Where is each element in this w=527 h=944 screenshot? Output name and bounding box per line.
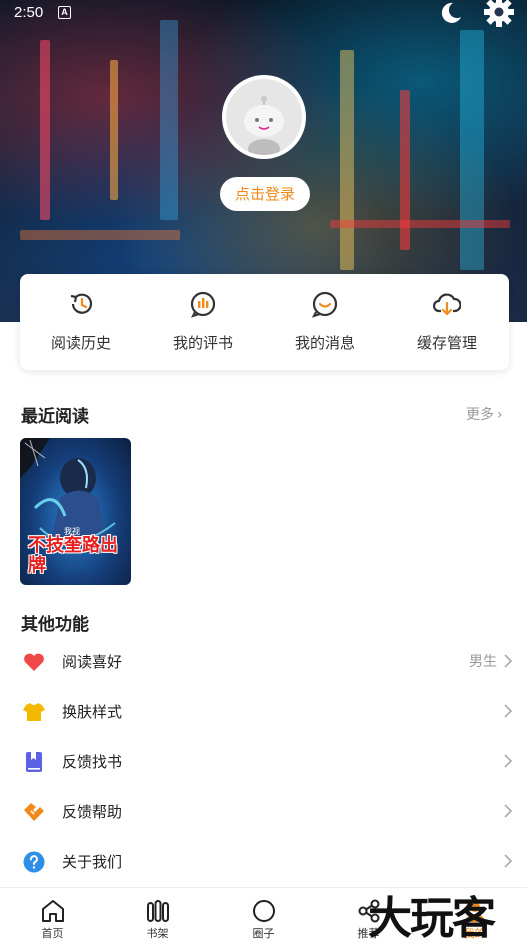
reading-preference-row[interactable]: 阅读喜好 男生	[0, 637, 527, 687]
home-icon	[42, 900, 64, 922]
feedback-help-row[interactable]: 反馈帮助	[0, 787, 527, 837]
chevron-right-icon: ›	[497, 407, 503, 423]
neon-decoration	[330, 220, 510, 228]
recent-book-cover[interactable]: 我视 不技奎路出牌	[20, 438, 131, 585]
more-link[interactable]: 更多 ›	[466, 404, 503, 424]
tab-circle[interactable]: 圈子	[211, 888, 316, 944]
tab-label: 圈子	[252, 927, 275, 940]
tab-label: 书架	[146, 927, 169, 940]
quick-action-label: 缓存管理	[416, 334, 477, 352]
chevron-right-icon	[504, 704, 513, 718]
my-reviews-button[interactable]: 我的评书	[142, 274, 264, 370]
robot-avatar-icon	[244, 96, 284, 155]
status-bar: 2:50 A	[0, 0, 527, 28]
notification-icon: A	[58, 6, 71, 19]
more-label: 更多	[466, 407, 494, 423]
history-icon	[70, 293, 93, 314]
heart-icon	[24, 653, 44, 671]
handshake-icon	[24, 803, 44, 821]
neon-decoration	[40, 40, 50, 220]
book-cover-title: 不技奎路出牌	[28, 535, 118, 576]
tab-bookshelf[interactable]: 书架	[105, 888, 210, 944]
neon-decoration	[160, 20, 178, 220]
row-label: 反馈帮助	[62, 803, 123, 821]
comment-icon	[190, 291, 216, 318]
neon-decoration	[110, 60, 118, 200]
message-icon	[312, 291, 338, 318]
recent-reading-title: 最近阅读	[21, 407, 89, 427]
login-button[interactable]: 点击登录	[220, 177, 310, 211]
watermark-text: 大玩客	[368, 893, 496, 944]
shirt-icon	[23, 703, 45, 721]
bookmark-book-icon	[26, 752, 42, 772]
moon-icon[interactable]	[438, 0, 464, 26]
quick-actions-card: 阅读历史 我的评书 我的消息 缓存管理	[20, 274, 509, 370]
feedback-find-book-row[interactable]: 反馈找书	[0, 737, 527, 787]
tab-home[interactable]: 首页	[0, 888, 105, 944]
row-label: 阅读喜好	[62, 653, 123, 671]
avatar-placeholder	[226, 79, 302, 155]
quick-action-label: 我的评书	[172, 334, 233, 352]
circle-icon	[253, 900, 275, 922]
chevron-right-icon	[504, 754, 513, 768]
question-icon	[23, 851, 45, 873]
row-label: 关于我们	[62, 853, 123, 871]
row-label: 反馈找书	[62, 753, 123, 771]
my-messages-button[interactable]: 我的消息	[264, 274, 386, 370]
neon-decoration	[340, 50, 354, 270]
tab-label: 首页	[41, 927, 64, 940]
row-label: 换肤样式	[62, 703, 123, 721]
skin-style-row[interactable]: 换肤样式	[0, 687, 527, 737]
other-functions-title: 其他功能	[21, 615, 89, 635]
reading-history-button[interactable]: 阅读历史	[20, 274, 142, 370]
cache-manage-button[interactable]: 缓存管理	[386, 274, 508, 370]
row-value: 男生	[469, 654, 497, 670]
bookshelf-icon	[147, 900, 169, 922]
neon-decoration	[20, 230, 180, 240]
chevron-right-icon	[504, 854, 513, 868]
gear-icon[interactable]	[482, 0, 516, 28]
avatar[interactable]	[222, 75, 306, 159]
quick-action-label: 阅读历史	[50, 334, 111, 352]
chevron-right-icon	[504, 804, 513, 818]
cloud-download-icon	[433, 293, 461, 316]
chevron-right-icon	[504, 654, 513, 668]
watermark-logo: 大玩客	[360, 880, 527, 944]
neon-decoration	[460, 30, 484, 270]
status-time: 2:50	[14, 4, 44, 21]
quick-action-label: 我的消息	[294, 334, 355, 352]
